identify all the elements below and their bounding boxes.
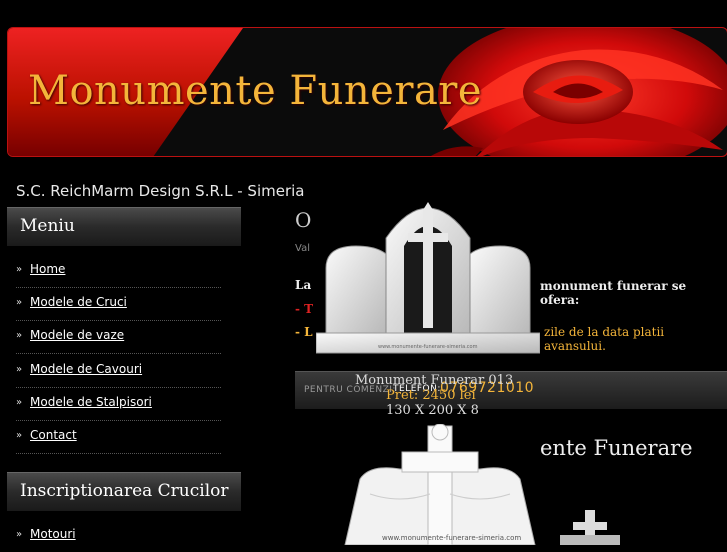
site-title[interactable]: Monumente Funerare — [28, 68, 482, 114]
menu-item-stalpisori[interactable]: » Modele de Stalpisori — [16, 387, 221, 421]
menu-item-cavouri[interactable]: » Modele de Cavouri — [16, 354, 221, 388]
menu-item-contact[interactable]: » Contact — [16, 420, 221, 454]
section-header-inscriptionare: Inscriptionarea Crucilor — [7, 472, 241, 511]
menu-item-label[interactable]: Motouri — [30, 527, 76, 541]
monument-dimensions: 130 X 200 X 8 — [386, 403, 479, 418]
delivery-text: zile de la data platii avansului. — [544, 325, 665, 353]
offer-text: monument funerar se ofera: — [540, 279, 687, 307]
bullet-icon: » — [16, 430, 23, 441]
bullet-icon: » — [16, 529, 23, 540]
menu-header: Meniu — [7, 207, 241, 246]
image-caption: www.monumente-funerare-simeria.com — [378, 344, 478, 350]
section-header-label: Inscriptionarea Crucilor — [20, 481, 229, 501]
menu-item-label[interactable]: Modele de Stalpisori — [30, 395, 152, 409]
monument-name: Monument Funerar 013 — [355, 373, 514, 388]
menu-item-label[interactable]: Modele de Cruci — [30, 295, 127, 309]
bullet-icon: » — [16, 330, 23, 341]
menu-item-motouri[interactable]: » Motouri — [16, 519, 221, 552]
secondary-heading: ente Funerare — [540, 436, 693, 460]
company-subtitle: S.C. ReichMarm Design S.R.L - Simeria — [16, 182, 305, 200]
monument-price: Pret: 2450 lei — [386, 388, 476, 403]
menu-item-label[interactable]: Modele de Cavouri — [30, 362, 142, 376]
header-banner: Monumente Funerare — [7, 27, 727, 157]
menu-item-label[interactable]: Modele de vaze — [30, 328, 124, 342]
menu-header-label: Meniu — [20, 216, 75, 236]
monument-image[interactable]: www.monumente-funerare-simeria.com — [316, 188, 540, 358]
bullet-icon: » — [16, 364, 23, 375]
image-caption-2: www.monumente-funerare-simeria.com — [382, 534, 521, 542]
menu-item-label[interactable]: Contact — [30, 428, 77, 442]
bullet-icon: » — [16, 397, 23, 408]
monument-image-2[interactable]: www.monumente-funerare-simeria.com — [340, 424, 540, 545]
monument-thumbnail[interactable] — [555, 510, 625, 545]
menu-item-vaze[interactable]: » Modele de vaze — [16, 320, 221, 354]
bullet-icon: » — [16, 297, 23, 308]
menu-item-home[interactable]: » Home — [16, 254, 221, 288]
main-heading: O — [295, 208, 312, 232]
offer-line-yellow: - L — [295, 325, 313, 339]
offer-line-red: - T — [295, 302, 314, 316]
bullet-icon: » — [16, 264, 23, 275]
menu-item-label[interactable]: Home — [30, 262, 65, 276]
main-para-start: La — [295, 278, 312, 292]
menu-item-cruci[interactable]: » Modele de Cruci — [16, 287, 221, 321]
main-intro-text: Val — [295, 243, 310, 254]
